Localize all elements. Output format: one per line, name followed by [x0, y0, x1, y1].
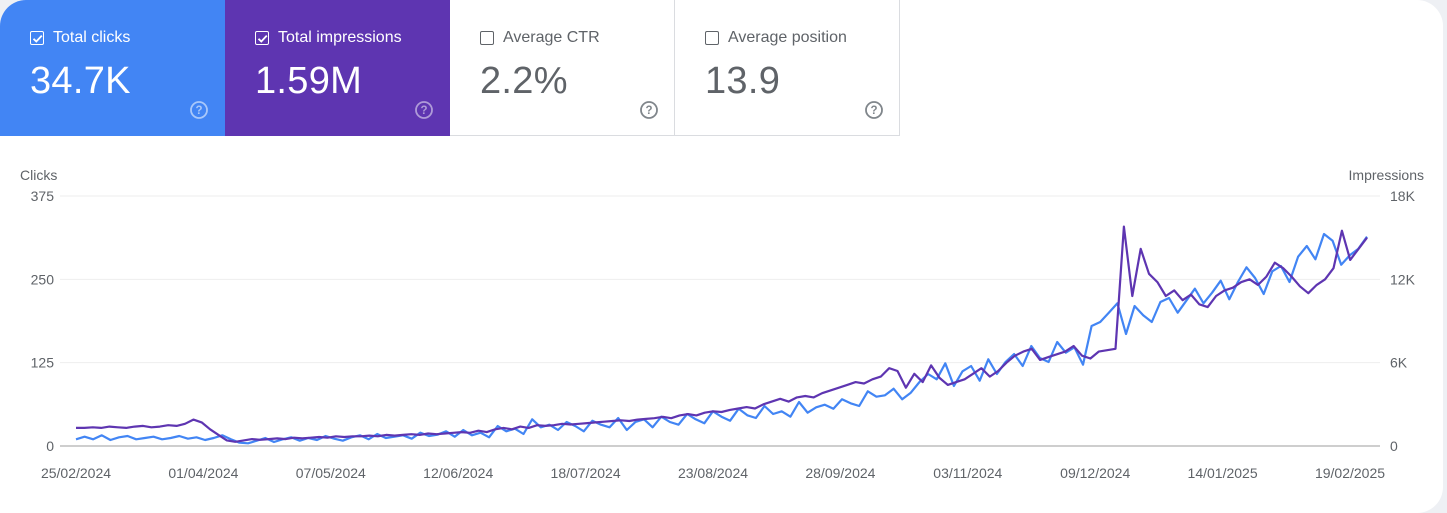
- metric-label: Average position: [728, 29, 847, 46]
- x-tick-label: 23/08/2024: [678, 465, 748, 481]
- right-tick-label: 0: [1390, 438, 1398, 454]
- x-tick-label: 19/02/2025: [1315, 465, 1385, 481]
- metric-tile-total-clicks[interactable]: Total clicks 34.7K ?: [0, 0, 225, 136]
- left-tick-label: 375: [31, 188, 55, 204]
- x-tick-label: 09/12/2024: [1060, 465, 1130, 481]
- svg-text:?: ?: [645, 105, 652, 117]
- right-axis-label: Impressions: [1349, 167, 1424, 183]
- right-tick-label: 12K: [1390, 271, 1416, 287]
- performance-chart[interactable]: Clicks Impressions 0125250375 06K12K18K …: [0, 150, 1443, 513]
- left-axis-label: Clicks: [20, 167, 57, 183]
- x-tick-label: 18/07/2024: [551, 465, 621, 481]
- checkbox-unchecked[interactable]: [480, 31, 494, 45]
- metric-value: 13.9: [705, 60, 781, 102]
- checkbox-checked[interactable]: [255, 31, 269, 45]
- checkmark-icon: [32, 34, 43, 43]
- svg-text:?: ?: [870, 105, 877, 117]
- left-tick-label: 125: [31, 355, 55, 371]
- left-tick-label: 250: [31, 271, 55, 287]
- metric-label: Average CTR: [503, 29, 600, 46]
- x-tick-label: 25/02/2024: [41, 465, 111, 481]
- series-line-impressions[interactable]: [76, 225, 1368, 443]
- x-tick-label: 14/01/2025: [1188, 465, 1258, 481]
- metric-tile-total-impressions[interactable]: Total impressions 1.59M ?: [225, 0, 450, 136]
- checkmark-icon: [257, 34, 268, 43]
- help-circle-icon[interactable]: ?: [189, 100, 209, 120]
- x-tick-label: 01/04/2024: [168, 465, 238, 481]
- right-tick-label: 6K: [1390, 355, 1408, 371]
- checkbox-unchecked[interactable]: [705, 31, 719, 45]
- help-circle-icon[interactable]: ?: [639, 100, 659, 120]
- metric-tiles: Total clicks 34.7K ? Total impressions 1…: [0, 0, 900, 136]
- metric-label: Total clicks: [53, 29, 131, 46]
- svg-text:?: ?: [195, 105, 202, 117]
- right-tick-label: 18K: [1390, 188, 1416, 204]
- svg-text:?: ?: [420, 105, 427, 117]
- metric-tile-average-position[interactable]: Average position 13.9 ?: [675, 0, 900, 136]
- metric-value: 1.59M: [255, 60, 363, 102]
- x-tick-label: 03/11/2024: [933, 465, 1002, 481]
- help-circle-icon[interactable]: ?: [414, 100, 434, 120]
- left-tick-label: 0: [46, 438, 54, 454]
- x-tick-label: 07/05/2024: [296, 465, 366, 481]
- x-tick-label: 12/06/2024: [423, 465, 493, 481]
- metric-label: Total impressions: [278, 29, 402, 46]
- help-circle-icon[interactable]: ?: [864, 100, 884, 120]
- metric-tile-average-ctr[interactable]: Average CTR 2.2% ?: [450, 0, 675, 136]
- checkbox-checked[interactable]: [30, 31, 44, 45]
- performance-card: Total clicks 34.7K ? Total impressions 1…: [0, 0, 1443, 513]
- x-tick-label: 28/09/2024: [805, 465, 875, 481]
- metric-value: 34.7K: [30, 60, 131, 102]
- metric-value: 2.2%: [480, 60, 568, 102]
